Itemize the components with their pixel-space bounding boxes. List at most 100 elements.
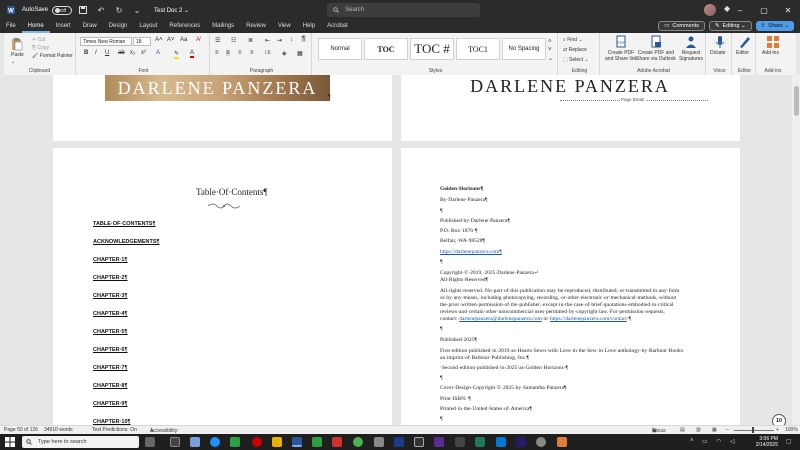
decrease-indent-icon[interactable]: ⇤ (265, 37, 270, 44)
wifi-icon[interactable]: ◠ (716, 438, 721, 445)
microphone-icon[interactable] (713, 35, 727, 49)
create-pdf-share-link-button[interactable]: Create PDF and Share link (604, 50, 638, 62)
editor-icon[interactable] (738, 35, 752, 49)
shrink-font-icon[interactable]: A˅ (167, 37, 175, 43)
document-title[interactable]: Test Doc 2 ⌄ (154, 7, 189, 14)
app-icon[interactable] (190, 437, 200, 447)
create-pdf-outlook-button[interactable]: Create PDF and Share via Outlook (636, 50, 676, 62)
paste-dropdown-icon[interactable]: ⌄ (11, 59, 15, 65)
font-color-icon[interactable]: A (190, 50, 195, 58)
toc-entry[interactable]: CHAPTER·3¶ (93, 293, 128, 299)
save-icon[interactable] (76, 3, 90, 17)
format-painter-button[interactable]: 🖌 Format Painter (32, 53, 73, 59)
tab-layout[interactable]: Layout (133, 20, 163, 33)
grow-font-icon[interactable]: A˄ (155, 37, 163, 43)
clear-formatting-icon[interactable]: A̸ (196, 37, 200, 43)
multilevel-list-icon[interactable]: ≣ (248, 37, 253, 44)
app-icon[interactable] (536, 437, 546, 447)
app-icon[interactable] (434, 437, 444, 447)
website-link[interactable]: https://darlenepanzera.com¶ (440, 249, 502, 256)
subscript-icon[interactable]: x₂ (130, 50, 135, 56)
create-pdf-icon[interactable]: PDF (614, 35, 628, 49)
bullets-icon[interactable]: ☰ (215, 37, 220, 44)
underline-icon[interactable]: U (105, 50, 109, 56)
file-explorer-icon[interactable] (272, 437, 282, 447)
share-button[interactable]: ⇪ Share ⌄ (755, 21, 794, 31)
network-icon[interactable]: ▭ (702, 438, 708, 445)
style-normal[interactable]: Normal (318, 38, 362, 60)
editor-button[interactable]: Editor (736, 50, 749, 56)
task-view-icon[interactable] (170, 437, 180, 447)
word-taskbar-icon[interactable] (292, 437, 302, 447)
windows-start-icon[interactable] (5, 437, 15, 447)
align-left-icon[interactable]: ≡ (215, 50, 219, 56)
chrome-icon[interactable] (353, 437, 363, 447)
numbering-icon[interactable]: ☷ (231, 37, 236, 44)
align-center-icon[interactable]: ≡ (226, 50, 230, 56)
editing-mode-button[interactable]: ✎ Editing ⌄ (708, 21, 752, 31)
autosave-toggle[interactable]: Off (52, 5, 73, 15)
tab-mailings[interactable]: Mailings (206, 20, 240, 33)
dictate-button[interactable]: Dictate (710, 50, 726, 56)
highlight-icon[interactable]: ✎ (174, 50, 180, 59)
text-predictions-status[interactable]: Text Predictions: On (92, 427, 137, 433)
volume-icon[interactable]: ◁ (730, 438, 735, 445)
tab-review[interactable]: Review (240, 20, 272, 33)
toc-entry[interactable]: CHAPTER·4¶ (93, 311, 128, 317)
copy-button[interactable]: ⎘ Copy (32, 45, 49, 51)
borders-icon[interactable]: ▦ (297, 50, 303, 57)
app-icon[interactable] (475, 437, 485, 447)
outlook-icon[interactable] (496, 437, 506, 447)
strikethrough-icon[interactable]: ab (118, 50, 125, 56)
request-signatures-button[interactable]: Request Signatures (676, 50, 706, 62)
sort-icon[interactable]: ↕ (290, 37, 293, 43)
copilot-taskbar-icon[interactable] (145, 437, 155, 447)
toc-entry[interactable]: CHAPTER·1¶ (93, 257, 128, 263)
find-button[interactable]: ⌕ Find ⌄ (563, 37, 583, 43)
print-layout-icon[interactable]: ▥ (696, 427, 701, 433)
italic-icon[interactable]: I (95, 50, 97, 56)
paste-icon[interactable] (10, 37, 24, 51)
style-no-spacing[interactable]: No Spacing (502, 38, 546, 60)
zoom-in-icon[interactable]: + (776, 427, 779, 433)
styles-scroll-down-icon[interactable]: ˅ (548, 47, 552, 53)
select-button[interactable]: ⬚ Select ⌄ (563, 57, 589, 63)
scrollbar-thumb[interactable] (794, 86, 799, 116)
undo-icon[interactable]: ↶ (94, 3, 108, 17)
show-formatting-marks-icon[interactable]: ¶ (301, 36, 307, 42)
line-spacing-icon[interactable]: ↕≡ (264, 50, 271, 56)
app-icon[interactable] (455, 437, 465, 447)
page-count[interactable]: Page 50 of 126 (4, 427, 38, 433)
zoom-slider[interactable] (734, 430, 774, 431)
user-avatar[interactable] (704, 4, 716, 16)
edge-icon[interactable] (210, 437, 220, 447)
shading-icon[interactable]: ◈ (282, 50, 287, 57)
comments-button[interactable]: ▭ Comments (658, 21, 705, 31)
app-icon[interactable] (374, 437, 384, 447)
justify-icon[interactable]: ≡ (250, 50, 254, 56)
toc-entry[interactable]: CHAPTER·6¶ (93, 347, 128, 353)
zoom-slider-thumb[interactable] (752, 427, 754, 433)
request-signatures-icon[interactable] (684, 35, 698, 49)
customize-toolbar-icon[interactable]: ⌄ (130, 3, 144, 17)
style-toc-number[interactable]: TOC # (410, 38, 454, 60)
vertical-scrollbar[interactable] (792, 75, 800, 425)
app-icon[interactable] (312, 437, 322, 447)
tab-draw[interactable]: Draw (77, 20, 103, 33)
toc-entry[interactable]: TABLE·OF·CONTENTS¶ (93, 221, 156, 227)
increase-indent-icon[interactable]: ⇥ (277, 37, 282, 44)
font-family-select[interactable]: Times New Roman (80, 37, 132, 46)
read-mode-icon[interactable]: ▤ (680, 427, 685, 433)
redo-icon[interactable]: ↻ (112, 3, 126, 17)
search-box[interactable]: Search (327, 3, 480, 17)
tab-file[interactable]: File (0, 20, 22, 33)
styles-scroll-up-icon[interactable]: ˄ (548, 39, 552, 45)
tab-design[interactable]: Design (103, 20, 134, 33)
addins-button[interactable]: Add-ins (762, 50, 779, 56)
styles-more-icon[interactable]: ⌄ (548, 55, 553, 62)
toc-entry[interactable]: CHAPTER·5¶ (93, 329, 128, 335)
style-toc1[interactable]: TOC1 (456, 38, 500, 60)
app-icon[interactable] (414, 437, 424, 447)
text-effects-icon[interactable]: A (156, 50, 160, 56)
toc-entry[interactable]: CHAPTER·7¶ (93, 365, 128, 371)
